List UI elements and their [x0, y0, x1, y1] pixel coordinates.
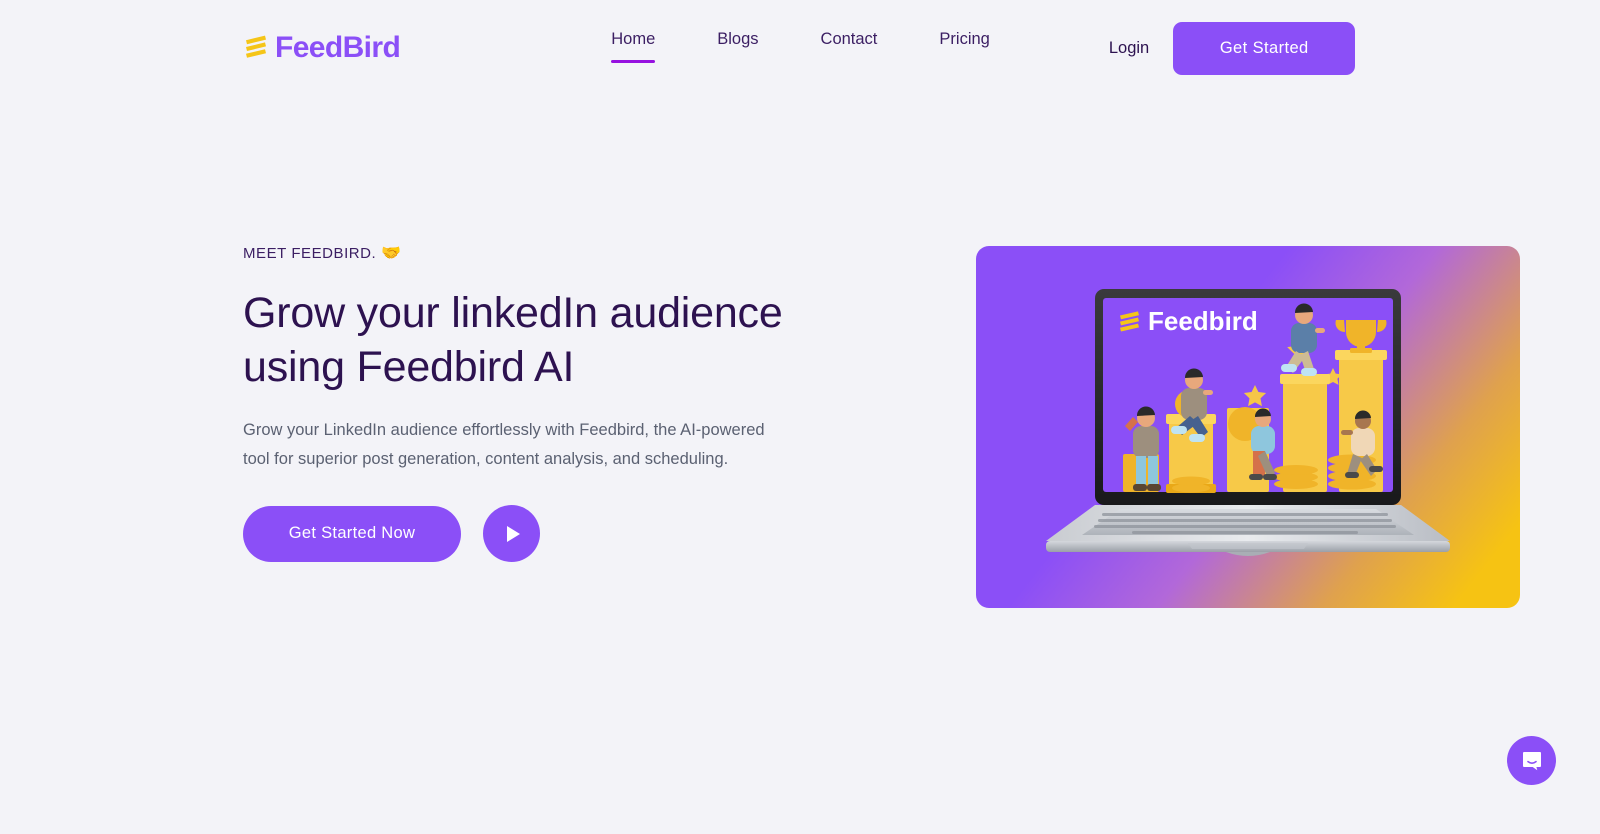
nav-label-pricing: Pricing	[939, 29, 990, 48]
nav-item-blogs[interactable]: Blogs	[717, 23, 758, 74]
hero-eyebrow: MEET FEEDBIRD. 🤝	[243, 246, 883, 262]
play-video-button[interactable]	[483, 505, 540, 563]
nav-item-home[interactable]: Home	[611, 23, 656, 74]
nav-label-blogs: Blogs	[717, 29, 759, 48]
play-icon	[507, 525, 520, 542]
feedbird-stacked-bars-icon	[246, 35, 266, 58]
get-started-button[interactable]: Get Started	[1173, 21, 1356, 75]
hero-actions: Get Started Now	[243, 505, 883, 563]
main-navigation: Home Blogs Contact Pricing	[611, 23, 990, 74]
nav-label-contact: Contact	[820, 29, 878, 48]
chat-widget-button[interactable]	[1507, 736, 1556, 785]
brand-name: FeedBird	[275, 31, 401, 64]
laptop-illustration: Feedbird	[1046, 289, 1450, 556]
hero-section: MEET FEEDBIRD. 🤝 Grow your linkedIn audi…	[0, 96, 1600, 608]
header-actions: Login Get Started	[1109, 21, 1356, 75]
hero-subtitle: Grow your LinkedIn audience effortlessly…	[243, 421, 765, 468]
hero-image: Feedbird	[976, 246, 1520, 608]
svg-text:Feedbird: Feedbird	[1148, 306, 1258, 336]
handshake-emoji-icon: 🤝	[381, 245, 402, 262]
brand-logo[interactable]: FeedBird	[243, 31, 401, 64]
get-started-now-button[interactable]: Get Started Now	[243, 505, 461, 562]
nav-item-contact[interactable]: Contact	[821, 23, 878, 74]
hero-title: Grow your linkedIn audience using Feedbi…	[243, 286, 883, 394]
nav-label-home: Home	[611, 29, 656, 48]
hero-title-line-1: Grow your linkedIn audience	[243, 289, 783, 337]
nav-item-pricing[interactable]: Pricing	[939, 23, 989, 74]
hero-title-line-2: using Feedbird AI	[243, 343, 575, 392]
chat-bubble-icon	[1522, 751, 1541, 770]
hero-eyebrow-text: MEET FEEDBIRD.	[243, 245, 377, 262]
site-header: FeedBird Home Blogs Contact Pricing Logi…	[0, 0, 1600, 96]
hero-copy: MEET FEEDBIRD. 🤝 Grow your linkedIn audi…	[243, 246, 883, 563]
login-link[interactable]: Login	[1109, 40, 1149, 57]
